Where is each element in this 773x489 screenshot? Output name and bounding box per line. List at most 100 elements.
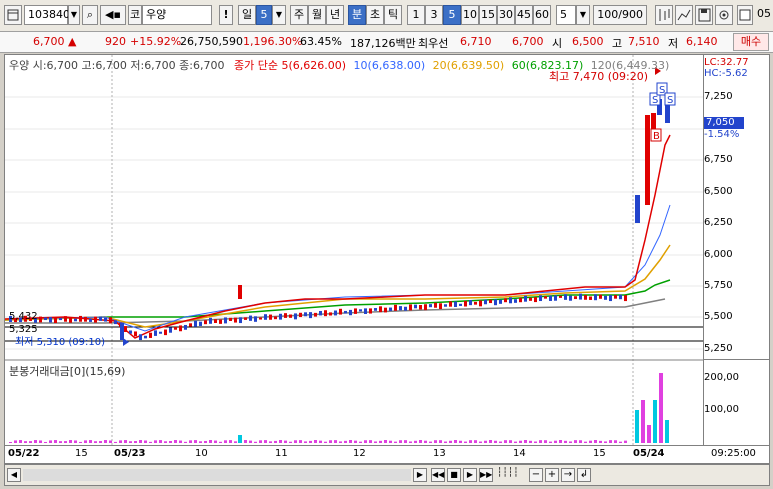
reset-icon[interactable]: ↲ [577, 468, 591, 482]
settings-icon[interactable] [715, 5, 733, 25]
volume-bar [144, 440, 147, 443]
low-label: 저 [668, 37, 679, 50]
volume-bar [429, 441, 432, 443]
candle [584, 295, 587, 300]
candle [594, 294, 597, 301]
candle [554, 295, 557, 301]
save-icon[interactable] [695, 5, 713, 25]
minute-5-button[interactable]: 5 [443, 5, 461, 25]
zoom-out-icon[interactable]: − [529, 468, 543, 482]
scroll-left-icon[interactable]: ◀ [7, 468, 21, 482]
period-second-button[interactable]: 초 [366, 5, 384, 25]
period-minute-button[interactable]: 분 [348, 5, 366, 25]
alert-button[interactable]: ! [219, 5, 233, 25]
minute-30-button[interactable]: 30 [497, 5, 515, 25]
candle [614, 295, 617, 299]
candle [624, 295, 627, 302]
chart-canvas: S S S B [5, 55, 703, 445]
candle [529, 297, 532, 301]
forward-icon[interactable]: ▶▶ [479, 468, 493, 482]
candle [534, 297, 537, 303]
volume-bar [354, 440, 357, 443]
candle [39, 316, 42, 323]
fit-icon[interactable]: → [561, 468, 575, 482]
volume-bar [109, 440, 112, 443]
volume-bar [184, 441, 187, 443]
volume-bar [209, 440, 212, 443]
play-icon[interactable]: ▶ [463, 468, 477, 482]
candle [354, 308, 357, 314]
period-year-button[interactable]: 년 [326, 5, 344, 25]
volume-bar [469, 440, 472, 443]
candle [69, 317, 72, 323]
candle [104, 317, 107, 322]
candle [619, 294, 622, 300]
open-price: 6,500 [572, 35, 604, 48]
volume-bar [99, 441, 102, 443]
candle [229, 317, 232, 321]
volume-bar [384, 440, 387, 443]
minute-3-button[interactable]: 3 [425, 5, 443, 25]
volume-bar [114, 441, 117, 443]
interval-dropdown-icon[interactable]: ▼ [576, 5, 590, 25]
minute-60-button[interactable]: 60 [533, 5, 551, 25]
volume-bar [24, 441, 27, 443]
candle [344, 310, 347, 314]
count-display[interactable]: 100/900 [593, 5, 647, 25]
chart-type-icon[interactable] [655, 5, 673, 25]
stock-code-input[interactable]: 103840 [24, 5, 70, 25]
volume-bar [189, 440, 192, 443]
period-day-count[interactable]: 5 [256, 5, 272, 25]
window-menu-icon[interactable] [4, 5, 22, 25]
scroll-right-icon[interactable]: ▶ [413, 468, 427, 482]
candle [219, 319, 222, 324]
period-month-button[interactable]: 월 [308, 5, 326, 25]
volume-bar [214, 440, 217, 443]
rewind-icon[interactable]: ◀◀ [431, 468, 445, 482]
interval-input[interactable]: 5 [556, 5, 576, 25]
zoom-gauge-icon[interactable]: ┆┆┆┆ [497, 468, 527, 482]
stop-icon[interactable]: ■ [447, 468, 461, 482]
volume-bar [459, 440, 462, 443]
candle [379, 306, 382, 313]
y-tick-3: 6,500 [704, 186, 733, 197]
volume-bar [194, 440, 197, 443]
code-dropdown-icon[interactable]: ▼ [68, 5, 80, 25]
scroll-track[interactable] [23, 469, 411, 481]
period-tick-button[interactable]: 틱 [384, 5, 402, 25]
volume-bar [154, 440, 157, 443]
x-label-9: 05/24 [633, 448, 665, 459]
price-chart-panel[interactable]: S S S B 우양 시:6,700 고:6,700 저:6,700 종:6,7… [4, 54, 704, 446]
minute-10-button[interactable]: 10 [461, 5, 479, 25]
legend-ma20: 20(6,639.50) [432, 59, 505, 72]
vol-tick-0: 200,00 [704, 372, 739, 383]
volume-bar [149, 441, 152, 443]
indicator-icon[interactable] [675, 5, 693, 25]
stock-name-field[interactable]: 우양 [142, 5, 212, 25]
period-dropdown-icon[interactable]: ▼ [272, 5, 286, 25]
candle [120, 323, 124, 340]
zoom-in-icon[interactable]: + [545, 468, 559, 482]
candle [604, 295, 607, 300]
buy-button[interactable]: 매수 [733, 33, 769, 51]
candle [259, 317, 262, 320]
period-week-button[interactable]: 주 [290, 5, 308, 25]
checkbox[interactable] [737, 5, 753, 25]
minute-15-button[interactable]: 15 [479, 5, 497, 25]
volume-bar [89, 440, 92, 443]
speaker-icon[interactable]: ◀▪ [100, 5, 126, 25]
volume-bar [619, 441, 622, 443]
candle [284, 313, 287, 318]
search-icon[interactable]: ⌕ [82, 5, 98, 25]
volume-bar [29, 441, 32, 443]
volume-bar [584, 441, 587, 443]
candle [174, 327, 177, 330]
period-day-button[interactable]: 일 [238, 5, 256, 25]
minute-45-button[interactable]: 45 [515, 5, 533, 25]
volume-bar [635, 410, 639, 443]
chart-grid [5, 55, 703, 445]
candlestick-series [9, 99, 670, 341]
x-label-5: 12 [353, 448, 366, 459]
minute-1-button[interactable]: 1 [407, 5, 425, 25]
volume-bar [229, 440, 232, 443]
